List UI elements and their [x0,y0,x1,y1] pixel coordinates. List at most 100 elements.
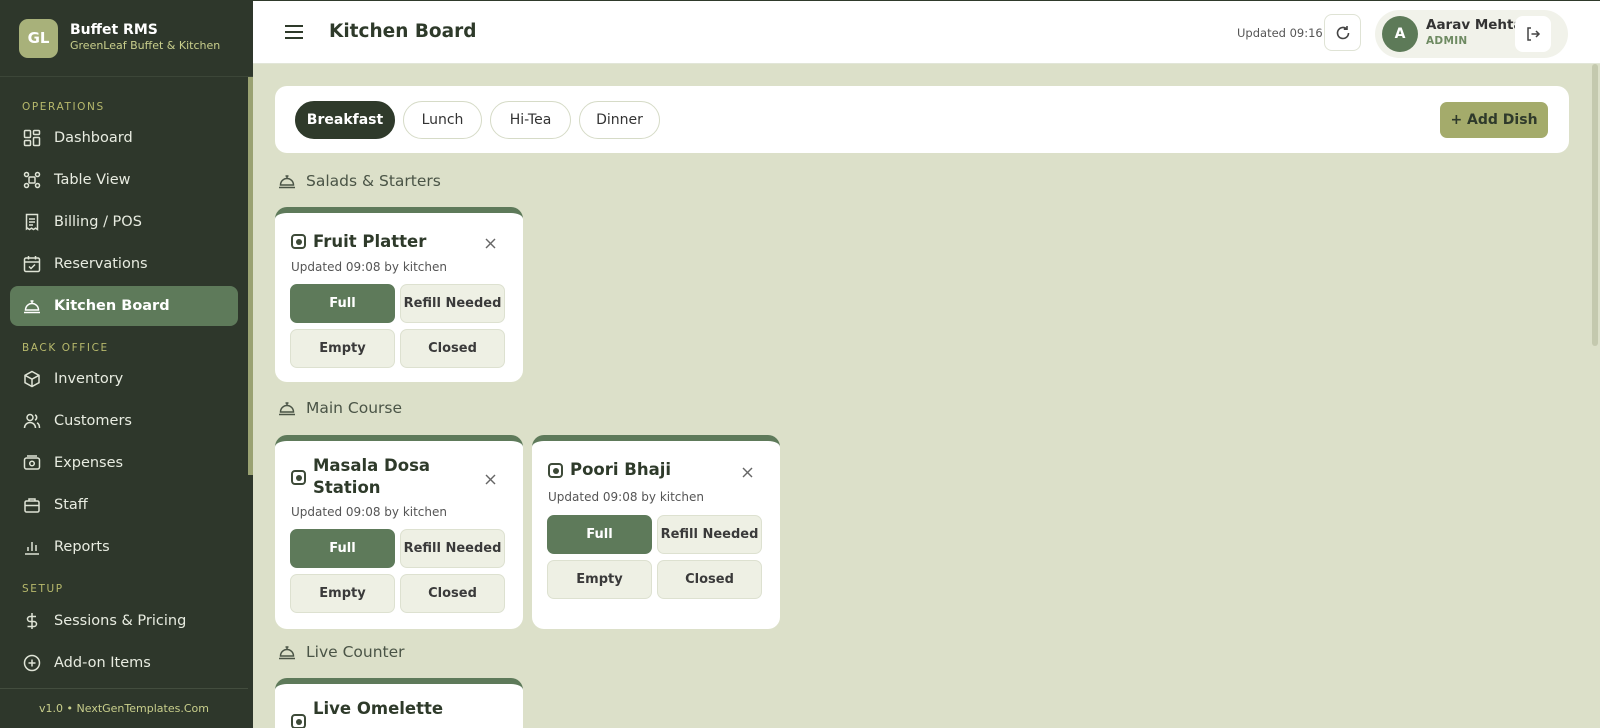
dollar-icon [22,611,42,631]
sidebar-item-inventory[interactable]: Inventory [10,359,238,399]
sidebar-item-label: Inventory [54,371,124,387]
box-icon [22,369,42,389]
logout-icon [1527,27,1541,41]
session-tabs-card: Breakfast Lunch Hi-Tea Dinner + Add Dish [275,86,1569,153]
user-role: ADMIN [1426,35,1468,47]
section-back-office: BACK OFFICE [22,342,109,354]
status-closed-button[interactable]: Closed [400,574,505,613]
plus-circle-icon [22,653,42,673]
sidebar-item-expenses[interactable]: Expenses [10,443,238,483]
status-full-button[interactable]: Full [290,529,395,568]
dish-card: Live Omelette [275,678,523,728]
tab-hi-tea[interactable]: Hi-Tea [490,101,571,139]
sidebar-item-label: Dashboard [54,130,133,146]
sidebar-item-customers[interactable]: Customers [10,401,238,441]
sidebar-footer: v1.0 • NextGenTemplates.Com [0,688,248,728]
brand[interactable]: GL Buffet RMS GreenLeaf Buffet & Kitchen [0,0,253,77]
close-icon [742,467,752,477]
top-bar: Kitchen Board Updated 09:16 A Aarav Meht… [253,1,1600,64]
section-operations: OPERATIONS [22,101,105,113]
sidebar-item-sessions-pricing[interactable]: Sessions & Pricing [10,601,238,641]
dish-updated-text: Updated 09:08 by kitchen [548,490,704,504]
category-heading: Live Counter [277,642,405,662]
table-view-icon [22,170,42,190]
category-name: Salads & Starters [306,172,441,190]
status-refill-button[interactable]: Refill Needed [400,284,505,323]
sidebar-item-kitchen-board[interactable]: Kitchen Board [10,286,238,326]
receipt-icon [22,212,42,232]
sidebar-item-label: Customers [54,413,132,429]
dish-card: Fruit Platter Updated 09:08 by kitchen F… [275,207,523,382]
dish-name: Poori Bhaji [570,460,672,479]
category-heading: Salads & Starters [277,171,441,191]
cloche-icon [277,642,297,662]
menu-toggle-button[interactable] [283,21,305,43]
close-icon [485,238,495,248]
avatar: A [1382,16,1418,52]
add-dish-button[interactable]: + Add Dish [1440,102,1548,138]
sidebar-item-dashboard[interactable]: Dashboard [10,118,238,158]
status-full-button[interactable]: Full [547,515,652,554]
status-empty-button[interactable]: Empty [290,329,395,368]
sidebar-item-add-on-items[interactable]: Add-on Items [10,643,238,683]
status-empty-button[interactable]: Empty [547,560,652,599]
cloche-icon [277,171,297,191]
wallet-icon [22,453,42,473]
category-name: Live Counter [306,643,405,661]
remove-dish-button[interactable] [483,472,497,486]
refresh-icon [1336,25,1349,39]
dish-select-checkbox[interactable] [548,463,563,478]
sidebar-item-reports[interactable]: Reports [10,527,238,567]
tab-breakfast[interactable]: Breakfast [295,101,395,139]
sidebar-item-label: Reports [54,539,110,555]
dish-select-checkbox[interactable] [291,714,306,728]
status-empty-button[interactable]: Empty [290,574,395,613]
dish-card: Masala Dosa Station Updated 09:08 by kit… [275,435,523,629]
dish-updated-text: Updated 09:08 by kitchen [291,260,447,274]
sidebar-item-billing[interactable]: Billing / POS [10,202,238,242]
sidebar-item-staff[interactable]: Staff [10,485,238,525]
sidebar-item-label: Kitchen Board [54,298,170,314]
cloche-icon [277,398,297,418]
user-menu[interactable]: A Aarav Mehta ADMIN [1375,10,1568,58]
status-full-button[interactable]: Full [290,284,395,323]
briefcase-icon [22,495,42,515]
refresh-button[interactable] [1324,14,1361,51]
status-refill-button[interactable]: Refill Needed [657,515,762,554]
close-icon [485,474,495,484]
tab-lunch[interactable]: Lunch [403,101,482,139]
sidebar-item-table-view[interactable]: Table View [10,160,238,200]
logout-button[interactable] [1515,16,1551,52]
calendar-check-icon [22,254,42,274]
category-heading: Main Course [277,398,402,418]
brand-name: Buffet RMS [70,22,158,38]
cloche-icon [22,296,42,316]
section-setup: SETUP [22,583,64,595]
sidebar-item-label: Reservations [54,256,148,272]
dish-select-checkbox[interactable] [291,470,306,485]
dish-select-checkbox[interactable] [291,234,306,249]
status-closed-button[interactable]: Closed [657,560,762,599]
category-name: Main Course [306,399,403,417]
remove-dish-button[interactable] [483,236,497,250]
sidebar-item-label: Table View [54,172,131,188]
sidebar-item-label: Billing / POS [54,214,142,230]
dish-name: Live Omelette [313,699,444,718]
tab-dinner[interactable]: Dinner [579,101,660,139]
sidebar-item-label: Sessions & Pricing [54,613,187,629]
main-scrollbar[interactable] [1592,64,1598,346]
bar-chart-icon [22,537,42,557]
dish-name: Fruit Platter [313,232,427,251]
sidebar-item-label: Staff [54,497,88,513]
page-title: Kitchen Board [329,21,477,42]
dish-card: Poori Bhaji Updated 09:08 by kitchen Ful… [532,435,780,629]
remove-dish-button[interactable] [740,465,754,479]
last-updated-text: Updated 09:16 [1237,26,1323,40]
hamburger-icon [285,25,303,39]
sidebar-item-reservations[interactable]: Reservations [10,244,238,284]
sidebar: GL Buffet RMS GreenLeaf Buffet & Kitchen… [0,0,253,728]
users-icon [22,411,42,431]
status-refill-button[interactable]: Refill Needed [400,529,505,568]
status-closed-button[interactable]: Closed [400,329,505,368]
dashboard-icon [22,128,42,148]
